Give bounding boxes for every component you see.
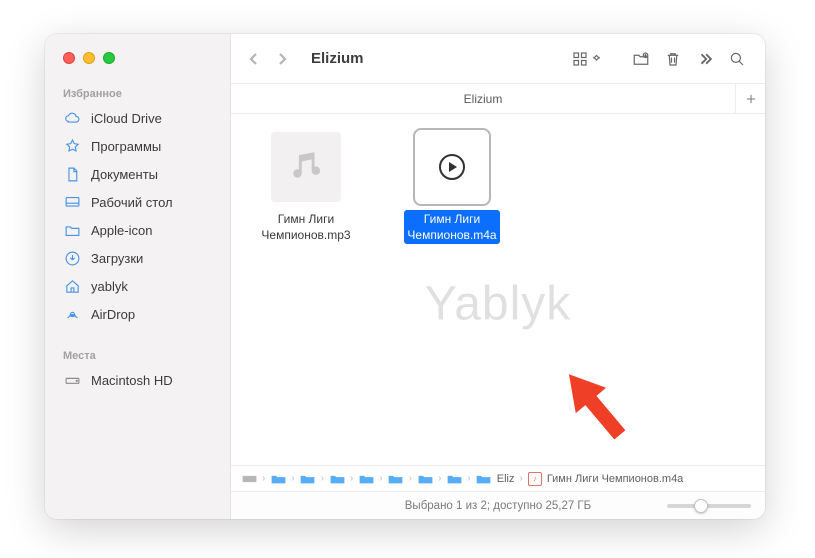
close-window-button[interactable] xyxy=(63,52,75,64)
sidebar-item-yablyk[interactable]: yablyk xyxy=(45,272,230,300)
music-note-icon xyxy=(289,148,323,187)
sidebar-item-label: Рабочий стол xyxy=(91,195,173,210)
file-grid: Гимн ЛигиЧемпионов.mp3 Гимн ЛигиЧемпионо… xyxy=(231,114,765,465)
applications-icon xyxy=(63,137,81,155)
file-label-selected: Гимн ЛигиЧемпионов.m4a xyxy=(404,210,499,244)
chevron-right-icon: › xyxy=(321,473,324,484)
icon-size-slider[interactable] xyxy=(667,504,751,508)
home-icon xyxy=(63,277,81,295)
trash-button[interactable] xyxy=(659,45,687,73)
finder-window: Избранное iCloud Drive Программы Докумен… xyxy=(45,34,765,519)
harddrive-icon xyxy=(241,472,257,486)
back-button[interactable] xyxy=(241,46,267,72)
sidebar-item-icloud[interactable]: iCloud Drive xyxy=(45,104,230,132)
chevron-right-icon: › xyxy=(519,473,522,484)
chevron-right-icon: › xyxy=(291,473,294,484)
sidebar-item-appleicon[interactable]: Apple-icon xyxy=(45,216,230,244)
sidebar-section-places: Места xyxy=(45,344,230,366)
sidebar-item-documents[interactable]: Документы xyxy=(45,160,230,188)
sidebar: Избранное iCloud Drive Программы Докумен… xyxy=(45,34,231,519)
new-tab-button[interactable] xyxy=(735,84,765,114)
folder-icon xyxy=(417,472,433,486)
folder-icon xyxy=(63,221,81,239)
sidebar-item-label: Apple-icon xyxy=(91,223,152,238)
folder-icon xyxy=(358,472,374,486)
sidebar-item-macintosh[interactable]: Macintosh HD xyxy=(45,366,230,394)
tab-elizium[interactable]: Elizium xyxy=(231,92,735,106)
tab-bar: Elizium xyxy=(231,84,765,114)
sidebar-item-downloads[interactable]: Загрузки xyxy=(45,244,230,272)
window-title: Elizium xyxy=(311,50,364,67)
window-controls xyxy=(45,48,230,82)
folder-icon xyxy=(300,472,316,486)
file-label: Гимн ЛигиЧемпионов.mp3 xyxy=(258,210,353,244)
annotation-arrow xyxy=(531,341,661,472)
folder-icon xyxy=(388,472,404,486)
sidebar-section-favorites: Избранное xyxy=(45,82,230,104)
file-item-m4a-selected[interactable]: Гимн ЛигиЧемпионов.m4a xyxy=(393,132,511,244)
chevron-right-icon: › xyxy=(262,473,265,484)
chevron-right-icon: › xyxy=(438,473,441,484)
status-text: Выбрано 1 из 2; доступно 25,27 ГБ xyxy=(405,500,591,512)
watermark: Yablyk xyxy=(425,276,572,331)
path-file-name: Гимн Лиги Чемпионов.m4a xyxy=(547,473,683,485)
folder-icon xyxy=(270,472,286,486)
sidebar-item-label: iCloud Drive xyxy=(91,111,162,126)
document-icon xyxy=(63,165,81,183)
sidebar-item-label: yablyk xyxy=(91,279,128,294)
sidebar-item-airdrop[interactable]: AirDrop xyxy=(45,300,230,328)
more-button[interactable] xyxy=(691,45,719,73)
new-folder-button[interactable] xyxy=(627,45,655,73)
main-area: Elizium Elizium xyxy=(231,34,765,519)
search-button[interactable] xyxy=(723,45,751,73)
folder-icon xyxy=(329,472,345,486)
sidebar-item-label: Документы xyxy=(91,167,158,182)
chevron-right-icon: › xyxy=(467,473,470,484)
sidebar-item-label: Macintosh HD xyxy=(91,373,173,388)
audio-file-icon: ♪ xyxy=(528,472,542,486)
downloads-icon xyxy=(63,249,81,267)
toolbar: Elizium xyxy=(231,34,765,84)
harddrive-icon xyxy=(63,371,81,389)
play-icon xyxy=(439,154,465,180)
status-bar: Выбрано 1 из 2; доступно 25,27 ГБ xyxy=(231,491,765,519)
file-item-mp3[interactable]: Гимн ЛигиЧемпионов.mp3 xyxy=(247,132,365,244)
path-bar[interactable]: › › › › › › › › Eliz › ♪ Гимн Лиги Чемпи… xyxy=(231,465,765,491)
cloud-icon xyxy=(63,109,81,127)
slider-knob[interactable] xyxy=(694,499,708,513)
folder-icon xyxy=(446,472,462,486)
forward-button[interactable] xyxy=(269,46,295,72)
chevron-right-icon: › xyxy=(409,473,412,484)
folder-icon xyxy=(476,472,492,486)
chevron-right-icon: › xyxy=(350,473,353,484)
sidebar-item-apps[interactable]: Программы xyxy=(45,132,230,160)
file-thumb-selected xyxy=(417,132,487,202)
sidebar-item-label: Программы xyxy=(91,139,161,154)
view-mode-button[interactable] xyxy=(567,45,605,73)
sidebar-item-label: AirDrop xyxy=(91,307,135,322)
chevron-right-icon: › xyxy=(379,473,382,484)
airdrop-icon xyxy=(63,305,81,323)
sidebar-item-desktop[interactable]: Рабочий стол xyxy=(45,188,230,216)
path-folder-name: Eliz xyxy=(497,473,515,485)
sidebar-item-label: Загрузки xyxy=(91,251,143,266)
minimize-window-button[interactable] xyxy=(83,52,95,64)
file-thumb xyxy=(271,132,341,202)
zoom-window-button[interactable] xyxy=(103,52,115,64)
desktop-icon xyxy=(63,193,81,211)
